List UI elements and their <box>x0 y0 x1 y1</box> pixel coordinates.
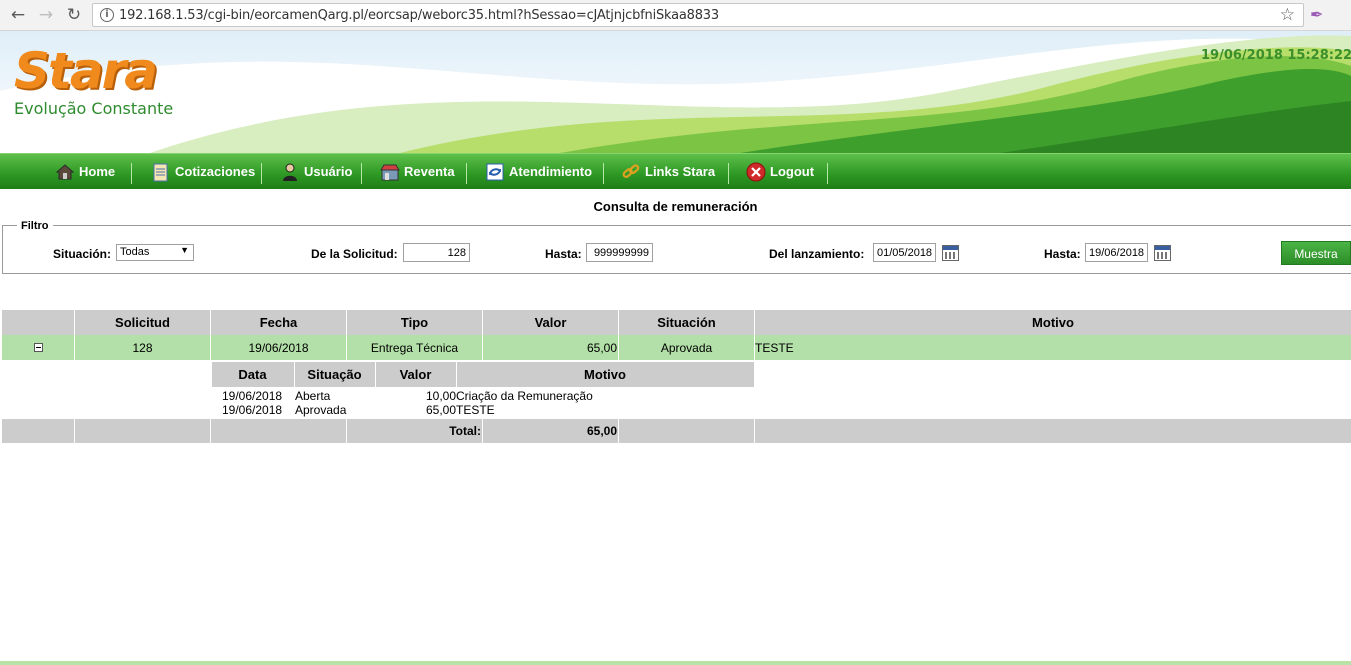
link-icon <box>622 163 640 178</box>
menu-item-cotizaciones[interactable]: Cotizaciones <box>151 154 255 190</box>
menu-divider <box>261 163 262 184</box>
lanzamiento-label: Del lanzamiento: <box>769 247 865 261</box>
header-wave-graphic <box>0 31 1351 153</box>
column-header: Solicitud <box>74 310 211 335</box>
menu-label: Usuário <box>304 164 353 179</box>
menu-divider <box>603 163 604 184</box>
column-header: Valor <box>482 310 619 335</box>
menu-item-reventa[interactable]: Reventa <box>380 154 455 190</box>
filter-legend: Filtro <box>17 220 53 232</box>
history-motivo: Criação da Remuneração <box>456 389 754 403</box>
menu-divider <box>827 163 828 184</box>
sub-column-header: Data <box>210 362 295 387</box>
total-label: Total: <box>346 419 483 443</box>
filter-fieldset <box>2 225 1351 274</box>
lanzamiento-date-input[interactable] <box>873 243 936 262</box>
history-date: 19/06/2018 <box>211 389 294 403</box>
solicitud-input[interactable] <box>403 243 470 262</box>
menu-divider <box>466 163 467 184</box>
valor-cell: 65,00 <box>482 335 619 360</box>
store-icon <box>380 164 400 181</box>
browser-toolbar: ← → ↻ i 192.168.1.53/cgi-bin/eorcamenQar… <box>0 0 1351 31</box>
menu-divider <box>131 163 132 184</box>
history-motivo: TESTE <box>456 403 754 417</box>
bookmark-star-icon[interactable]: ☆ <box>1280 5 1295 25</box>
fecha-cell: 19/06/2018 <box>210 335 347 360</box>
tipo-cell: Entrega Técnica <box>346 335 483 360</box>
address-bar[interactable]: i 192.168.1.53/cgi-bin/eorcamenQarg.pl/e… <box>92 3 1304 27</box>
url-text[interactable]: 192.168.1.53/cgi-bin/eorcamenQarg.pl/eor… <box>119 8 719 23</box>
menu-item-usuario[interactable]: Usuário <box>280 154 352 190</box>
house-icon <box>55 163 75 180</box>
column-header: Situación <box>618 310 755 335</box>
back-arrow-icon[interactable]: ← <box>6 4 30 26</box>
datetime-display: 19/06/2018 15:28:22 <box>1201 48 1351 63</box>
clipboard-icon <box>153 163 168 182</box>
table-row[interactable]: 128 19/06/2018 Entrega Técnica 65,00 Apr… <box>1 335 1351 360</box>
column-header: Tipo <box>346 310 483 335</box>
menu-item-logout[interactable]: Logout <box>746 154 814 190</box>
sub-column-header: Motivo <box>455 362 755 387</box>
column-header: Motivo <box>754 310 1351 335</box>
history-situacao: Aberta <box>294 389 375 403</box>
column-header: Fecha <box>210 310 347 335</box>
sub-column-header: Valor <box>374 362 457 387</box>
menu-label: Reventa <box>404 164 455 179</box>
total-value: 65,00 <box>482 419 619 443</box>
page-title: Consulta de remuneración <box>593 199 758 214</box>
menu-item-home[interactable]: Home <box>55 154 115 190</box>
info-icon[interactable]: i <box>100 8 114 22</box>
history-subtable: Data Situação Valor Motivo 19/06/2018 Ab… <box>210 362 755 419</box>
total-row: Total: 65,00 <box>1 419 1351 443</box>
logout-icon <box>746 162 766 182</box>
menu-label: Atendimiento <box>509 164 593 179</box>
stara-logo: Stara <box>14 42 158 100</box>
history-date: 19/06/2018 <box>211 403 294 417</box>
dropdown-arrow-icon: ▼ <box>180 245 189 255</box>
calendar-icon[interactable] <box>1154 245 1171 261</box>
situacion-selected-value: Todas <box>120 246 150 258</box>
menu-label: Logout <box>770 164 815 179</box>
calendar-icon[interactable] <box>942 245 959 261</box>
situacion-label: Situación: <box>53 247 112 261</box>
hasta-fecha-label: Hasta: <box>1044 247 1081 261</box>
history-valor: 65,00 <box>375 403 456 417</box>
history-situacao: Aprovada <box>294 403 375 417</box>
menu-divider <box>361 163 362 184</box>
menu-divider <box>728 163 729 184</box>
support-icon <box>486 163 504 181</box>
menu-label: Home <box>79 164 116 179</box>
main-menu: Home Cotizaciones Usuário Reventa Atendi… <box>0 153 1351 189</box>
expand-cell <box>1 335 75 360</box>
solicitud-label: De la Solicitud: <box>311 247 398 261</box>
motivo-cell: TESTE <box>754 335 1351 360</box>
footer-line <box>0 661 1351 665</box>
reload-icon[interactable]: ↻ <box>62 4 86 26</box>
hasta-solicitud-input[interactable] <box>586 243 653 262</box>
menu-item-links-stara[interactable]: Links Stara <box>621 154 715 190</box>
sub-column-header: Situação <box>293 362 376 387</box>
feather-extension-icon[interactable]: ✒ <box>1310 5 1323 24</box>
results-table: Solicitud Fecha Tipo Valor Situación Mot… <box>1 310 1351 443</box>
situacion-select[interactable]: Todas ▼ <box>116 244 194 261</box>
menu-label: Cotizaciones <box>175 164 256 179</box>
solicitud-cell: 128 <box>74 335 211 360</box>
slogan-text: Evolução Constante <box>14 99 174 118</box>
hasta-solicitud-label: Hasta: <box>545 247 582 261</box>
menu-label: Links Stara <box>645 164 716 179</box>
history-row: 19/06/2018 Aprovada 65,00 TESTE <box>211 403 754 417</box>
collapse-icon[interactable] <box>33 342 43 352</box>
muestra-button[interactable]: Muestra <box>1281 241 1351 265</box>
header-banner: Stara Evolução Constante 19/06/2018 15:2… <box>0 31 1351 153</box>
column-header <box>1 310 75 335</box>
table-header-row: Solicitud Fecha Tipo Valor Situación Mot… <box>1 310 1351 335</box>
hasta-date-input[interactable] <box>1085 243 1148 262</box>
detail-row: Data Situação Valor Motivo 19/06/2018 Ab… <box>1 360 1351 419</box>
history-valor: 10,00 <box>375 389 456 403</box>
situacion-cell: Aprovada <box>618 335 755 360</box>
forward-arrow-icon[interactable]: → <box>34 4 58 26</box>
history-row: 19/06/2018 Aberta 10,00 Criação da Remun… <box>211 389 754 403</box>
user-icon <box>283 163 297 181</box>
menu-item-atendimiento[interactable]: Atendimiento <box>485 154 592 190</box>
